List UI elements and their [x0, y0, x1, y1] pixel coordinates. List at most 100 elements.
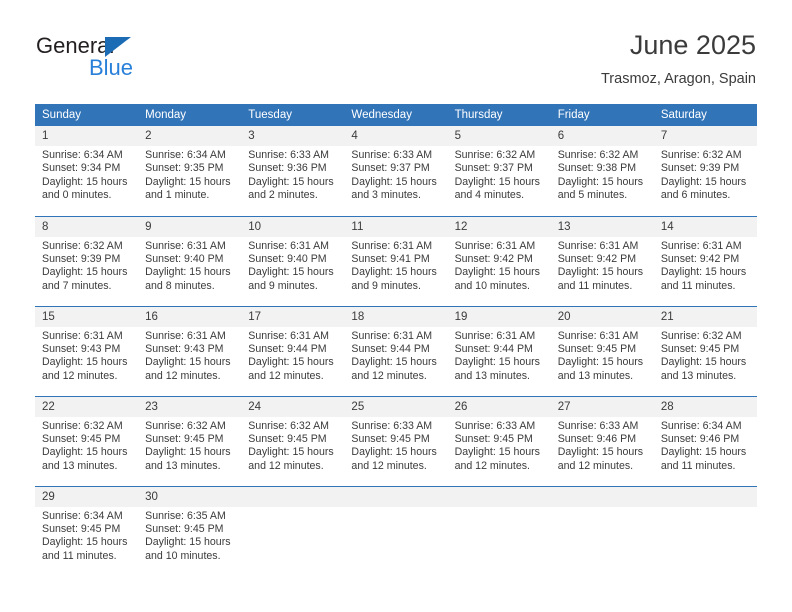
weekday-header-sunday: Sunday — [35, 104, 139, 126]
day-details: Sunrise: 6:32 AM Sunset: 9:45 PM Daylight:… — [241, 417, 344, 474]
daylight-line-1: Daylight: 15 hours — [351, 266, 437, 279]
day-cell[interactable]: 5 Sunrise: 6:32 AM Sunset: 9:37 PM Daylight… — [447, 126, 551, 216]
sunrise-line: Sunrise: 6:32 AM — [454, 149, 536, 161]
sunrise-line: Sunrise: 6:33 AM — [557, 419, 639, 432]
sunrise-line: Sunrise: 6:31 AM — [351, 329, 433, 342]
day-number: 3 — [241, 126, 345, 146]
sunrise-line: Sunrise: 6:32 AM — [557, 149, 639, 161]
day-cell[interactable]: 28 Sunrise: 6:34 AM Sunset: 9:46 PM Dayligh… — [653, 395, 757, 486]
day-cell[interactable]: 14 Sunrise: 6:31 AM Sunset: 9:42 PM Dayligh… — [653, 215, 757, 306]
day-number: 15 — [35, 306, 139, 327]
day-number: 12 — [447, 216, 551, 237]
daylight-line-1: Daylight: 15 hours — [145, 446, 231, 459]
sunset-line: Sunset: 9:45 PM — [454, 432, 533, 445]
day-cell[interactable]: 7 Sunrise: 6:32 AM Sunset: 9:39 PM Daylight… — [653, 126, 757, 216]
day-details: Sunrise: 6:32 AM Sunset: 9:37 PM Daylight:… — [448, 146, 551, 203]
day-details: Sunrise: 6:33 AM Sunset: 9:46 PM Daylight:… — [551, 417, 654, 474]
daylight-line-2: and 6 minutes. — [660, 189, 731, 202]
weekday-header-wednesday: Wednesday — [344, 104, 448, 126]
sunrise-line: Sunrise: 6:35 AM — [145, 509, 226, 522]
sunrise-line: Sunrise: 6:31 AM — [145, 329, 226, 342]
day-cell[interactable]: 3 Sunrise: 6:33 AM Sunset: 9:36 PM Daylight… — [241, 126, 345, 216]
page-header: General Blue June 2025 Trasmoz, Aragon, … — [0, 0, 792, 104]
daylight-line-1: Daylight: 15 hours — [660, 356, 747, 369]
day-cell[interactable]: 9 Sunrise: 6:31 AM Sunset: 9:40 PM Daylight… — [138, 215, 242, 306]
day-cell[interactable]: 21 Sunrise: 6:32 AM Sunset: 9:45 PM Dayligh… — [653, 305, 757, 396]
sunrise-line: Sunrise: 6:31 AM — [454, 329, 536, 342]
sunrise-line: Sunrise: 6:31 AM — [248, 329, 329, 342]
daylight-line-2: and 9 minutes. — [351, 279, 421, 292]
daylight-line-2: and 11 minutes. — [42, 549, 117, 562]
day-cell[interactable]: 15 Sunrise: 6:31 AM Sunset: 9:43 PM Dayligh… — [35, 305, 139, 396]
day-number: 22 — [35, 396, 139, 417]
day-cell[interactable]: 26 Sunrise: 6:33 AM Sunset: 9:45 PM Dayligh… — [447, 395, 551, 486]
day-details: Sunrise: 6:32 AM Sunset: 9:38 PM Daylight:… — [551, 146, 654, 203]
day-cell[interactable]: 8 Sunrise: 6:32 AM Sunset: 9:39 PM Daylight… — [35, 215, 139, 306]
day-cell[interactable]: 23 Sunrise: 6:32 AM Sunset: 9:45 PM Dayligh… — [138, 395, 242, 486]
day-cell[interactable]: 13 Sunrise: 6:31 AM Sunset: 9:42 PM Dayligh… — [550, 215, 654, 306]
daylight-line-1: Daylight: 15 hours — [248, 266, 334, 279]
day-cell[interactable]: 20 Sunrise: 6:31 AM Sunset: 9:45 PM Dayligh… — [550, 305, 654, 396]
day-cell[interactable]: 27 Sunrise: 6:33 AM Sunset: 9:46 PM Dayligh… — [550, 395, 654, 486]
daylight-line-1: Daylight: 15 hours — [351, 175, 437, 188]
sunset-line: Sunset: 9:45 PM — [42, 432, 121, 445]
day-cell[interactable]: 6 Sunrise: 6:32 AM Sunset: 9:38 PM Daylight… — [550, 126, 654, 216]
sunrise-line: Sunrise: 6:31 AM — [660, 239, 742, 252]
day-number: 24 — [241, 396, 345, 417]
title-block: June 2025 Trasmoz, Aragon, Spain — [601, 28, 756, 89]
day-details — [448, 507, 551, 510]
day-number: 6 — [550, 126, 654, 146]
day-cell[interactable]: 4 Sunrise: 6:33 AM Sunset: 9:37 PM Daylight… — [344, 126, 448, 216]
day-details: Sunrise: 6:31 AM Sunset: 9:42 PM Daylight:… — [551, 237, 654, 294]
day-details: Sunrise: 6:33 AM Sunset: 9:37 PM Daylight:… — [344, 146, 447, 203]
daylight-line-1: Daylight: 15 hours — [42, 536, 128, 549]
daylight-line-2: and 5 minutes. — [557, 189, 628, 202]
day-cell[interactable]: 17 Sunrise: 6:31 AM Sunset: 9:44 PM Dayligh… — [241, 305, 345, 396]
weekday-header-thursday: Thursday — [447, 104, 551, 126]
daylight-line-1: Daylight: 15 hours — [248, 356, 334, 369]
day-cell[interactable]: 2 Sunrise: 6:34 AM Sunset: 9:35 PM Daylight… — [138, 126, 242, 216]
daylight-line-1: Daylight: 15 hours — [660, 266, 747, 279]
day-number — [653, 486, 757, 507]
daylight-line-1: Daylight: 15 hours — [660, 446, 747, 459]
day-cell[interactable]: 10 Sunrise: 6:31 AM Sunset: 9:40 PM Dayligh… — [241, 215, 345, 306]
day-details: Sunrise: 6:31 AM Sunset: 9:45 PM Daylight:… — [551, 327, 654, 384]
daylight-line-1: Daylight: 15 hours — [42, 266, 128, 279]
daylight-line-2: and 13 minutes. — [557, 369, 634, 382]
day-cell[interactable]: 19 Sunrise: 6:31 AM Sunset: 9:44 PM Dayligh… — [447, 305, 551, 396]
day-cell[interactable]: 11 Sunrise: 6:31 AM Sunset: 9:41 PM Dayligh… — [344, 215, 448, 306]
day-details: Sunrise: 6:33 AM Sunset: 9:45 PM Daylight:… — [448, 417, 551, 474]
sunrise-line: Sunrise: 6:34 AM — [42, 509, 123, 522]
sunset-line: Sunset: 9:39 PM — [42, 252, 121, 265]
sunrise-line: Sunrise: 6:34 AM — [145, 149, 226, 161]
day-cell[interactable]: 24 Sunrise: 6:32 AM Sunset: 9:45 PM Dayligh… — [241, 395, 345, 486]
day-cell[interactable]: 22 Sunrise: 6:32 AM Sunset: 9:45 PM Dayligh… — [35, 395, 139, 486]
weekday-header-tuesday: Tuesday — [241, 104, 345, 126]
sunset-line: Sunset: 9:45 PM — [145, 522, 224, 535]
day-cell[interactable]: 18 Sunrise: 6:31 AM Sunset: 9:44 PM Dayligh… — [344, 305, 448, 396]
daylight-line-1: Daylight: 15 hours — [248, 446, 334, 459]
sunset-line: Sunset: 9:45 PM — [42, 522, 121, 535]
daylight-line-2: and 12 minutes. — [351, 459, 427, 472]
day-cell[interactable]: 29 Sunrise: 6:34 AM Sunset: 9:45 PM Dayligh… — [35, 485, 139, 576]
sunrise-line: Sunrise: 6:32 AM — [42, 239, 123, 252]
daylight-line-1: Daylight: 15 hours — [351, 446, 437, 459]
daylight-line-2: and 7 minutes. — [42, 279, 112, 292]
day-cell[interactable]: 25 Sunrise: 6:33 AM Sunset: 9:45 PM Dayligh… — [344, 395, 448, 486]
day-cell[interactable]: 1 Sunrise: 6:34 AM Sunset: 9:34 PM Daylight… — [35, 126, 139, 216]
page-title: June 2025 — [629, 30, 756, 60]
daylight-line-1: Daylight: 15 hours — [454, 356, 540, 369]
day-cell[interactable]: 12 Sunrise: 6:31 AM Sunset: 9:42 PM Dayligh… — [447, 215, 551, 306]
sunrise-line: Sunrise: 6:31 AM — [248, 239, 329, 252]
sunrise-line: Sunrise: 6:32 AM — [145, 419, 226, 432]
day-cell[interactable]: 16 Sunrise: 6:31 AM Sunset: 9:43 PM Dayligh… — [138, 305, 242, 396]
day-cell[interactable]: 30 Sunrise: 6:35 AM Sunset: 9:45 PM Dayligh… — [138, 485, 242, 576]
daylight-line-2: and 11 minutes. — [557, 279, 633, 292]
daylight-line-1: Daylight: 15 hours — [145, 536, 231, 549]
sunset-line: Sunset: 9:45 PM — [557, 342, 637, 355]
day-details: Sunrise: 6:34 AM Sunset: 9:34 PM Daylight:… — [35, 146, 138, 203]
sunrise-line: Sunrise: 6:34 AM — [660, 419, 742, 432]
sunset-line: Sunset: 9:45 PM — [660, 342, 740, 355]
general-blue-logo[interactable]: General Blue — [36, 33, 176, 85]
day-details: Sunrise: 6:31 AM Sunset: 9:44 PM Daylight:… — [241, 327, 344, 384]
